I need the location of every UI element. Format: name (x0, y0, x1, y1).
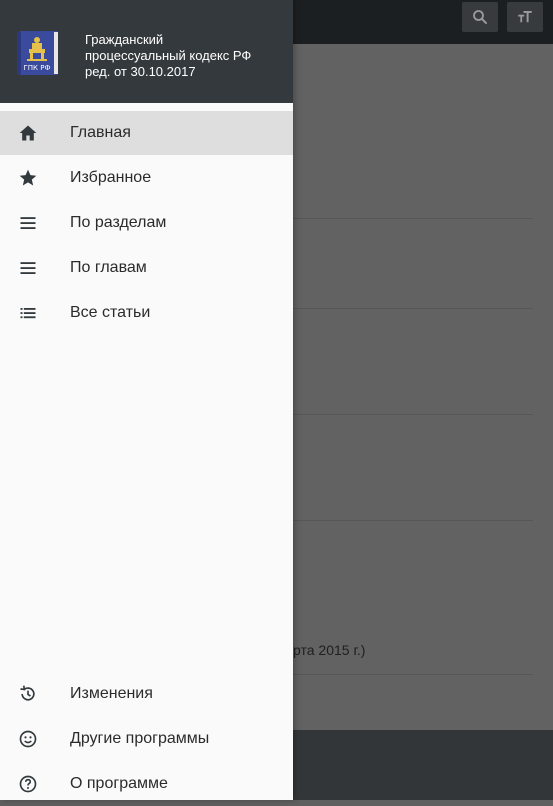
app-title-line: Гражданский (85, 32, 164, 47)
app-title-line: процессуальный кодекс РФ (85, 48, 252, 63)
menu-item-home[interactable]: Главная (0, 111, 293, 155)
logo-text: ГПК РФ (24, 64, 51, 72)
menu-item-favorites[interactable]: Избранное (0, 156, 293, 200)
menu-item-label: По главам (70, 259, 147, 276)
divider (293, 674, 533, 675)
text-size-icon (518, 11, 532, 23)
menu-item-label: Все статьи (70, 304, 151, 321)
divider (293, 218, 533, 219)
divider (293, 520, 533, 521)
search-icon (473, 10, 487, 24)
drawer-header: ГПК РФ Гражданский процессуальный кодекс… (0, 0, 293, 103)
app-edition: ред. от 30.10.2017 (85, 64, 196, 79)
divider (293, 308, 533, 309)
menu-item-label: Избранное (70, 169, 152, 186)
menu-item-label: О программе (70, 775, 168, 792)
search-button[interactable] (462, 2, 498, 32)
app-logo-icon: ГПК РФ (17, 31, 58, 75)
list-item-text: рта 2015 г.) (293, 642, 366, 658)
menu-item-chapters[interactable]: По главам (0, 246, 293, 290)
menu-item-changes[interactable]: Изменения (0, 672, 293, 716)
text-size-button[interactable] (507, 2, 543, 32)
star-icon (18, 168, 38, 188)
help-icon (18, 774, 38, 794)
menu-item-sections[interactable]: По разделам (0, 201, 293, 245)
menu-item-all-articles[interactable]: Все статьи (0, 291, 293, 335)
home-icon (18, 123, 38, 143)
history-icon (18, 684, 38, 704)
app-title: Гражданский процессуальный кодекс РФ ред… (85, 32, 251, 80)
menu-item-label: По разделам (70, 214, 167, 231)
menu-item-other-apps[interactable]: Другие программы (0, 717, 293, 761)
menu-lines-icon (18, 258, 38, 278)
menu-item-label: Другие программы (70, 730, 210, 747)
menu-item-about[interactable]: О программе (0, 762, 293, 806)
menu-lines-icon (18, 213, 38, 233)
smiley-icon (18, 729, 38, 749)
menu-item-label: Главная (70, 124, 131, 141)
divider (293, 414, 533, 415)
menu-item-label: Изменения (70, 685, 153, 702)
list-icon (18, 303, 38, 323)
navigation-drawer: ГПК РФ Гражданский процессуальный кодекс… (0, 0, 293, 800)
